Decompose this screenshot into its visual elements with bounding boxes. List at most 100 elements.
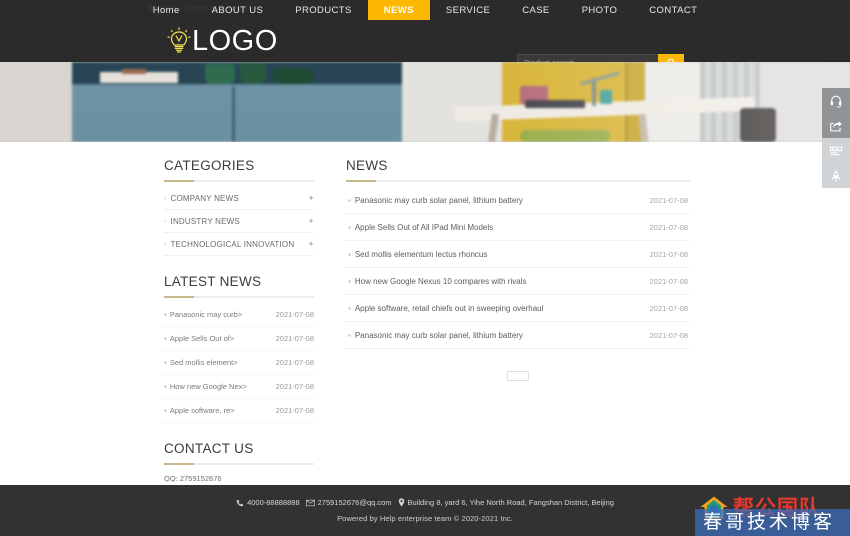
page-title: NEWS [346, 158, 388, 173]
latest-news-title: Apple software, re> [169, 406, 235, 415]
categories-section: CATEGORIES › COMPANY NEWS + › INDUSTRY N… [164, 158, 314, 256]
latest-news-date: 2021-07-08 [275, 406, 314, 415]
news-date: 2021-07-08 [649, 249, 688, 259]
nav-item-photo[interactable]: PHOTO [566, 0, 634, 20]
news-row[interactable]: ▪ Sed mollis elementum lectus rhoncus 20… [346, 241, 690, 268]
category-item-company-news[interactable]: › COMPANY NEWS + [164, 187, 314, 210]
floating-side-toolbar [822, 88, 850, 188]
contact-title: CONTACT US [164, 441, 254, 456]
footer-phone: 4000-88888888 [236, 498, 300, 507]
list-item[interactable]: ▪ Sed mollis element> 2021-07-08 [164, 351, 314, 375]
lightbulb-icon [167, 27, 191, 53]
bullet-icon: ▪ [164, 334, 167, 343]
news-row[interactable]: ▪ Panasonic may curb solar panel, lithiu… [346, 187, 690, 214]
main-column: NEWS ▪ Panasonic may curb solar panel, l… [346, 142, 690, 536]
news-list: ▪ Panasonic may curb solar panel, lithiu… [346, 187, 690, 349]
expand-plus-icon[interactable]: + [309, 216, 314, 226]
category-label: TECHNOLOGICAL INNOVATION [170, 239, 295, 249]
news-row[interactable]: ▪ Apple software, retail chiefs out in s… [346, 295, 690, 322]
expand-plus-icon[interactable]: + [309, 239, 314, 249]
watermark-text: 春哥技术博客 [703, 511, 836, 533]
news-date: 2021-07-08 [649, 303, 688, 313]
envelope-icon [305, 499, 315, 506]
latest-news-list: ▪ Panasonic may curb> 2021-07-08 ▪ Apple… [164, 303, 314, 423]
latest-news-date: 2021-07-08 [275, 358, 314, 367]
section-rule [346, 180, 690, 182]
pagination-page-button[interactable] [507, 371, 529, 381]
footer-address: Building 8, yard 6, Yihe North Road, Fan… [398, 498, 614, 507]
customer-service-icon [830, 95, 842, 107]
news-title: How new Google Nexus 10 compares with ri… [354, 276, 527, 286]
footer-email-text: 2759152676@qq.com [317, 498, 392, 507]
bullet-icon: ▪ [164, 406, 167, 415]
expand-plus-icon[interactable]: + [309, 193, 314, 203]
watermark-overlay: 帮公国队 春哥技术博客 [695, 495, 850, 536]
nav-item-news[interactable]: NEWS [367, 0, 430, 20]
logo[interactable]: LOGO [166, 26, 278, 56]
page-root: Welcome to Help enterprise Home ABOUT US… [0, 0, 850, 536]
bullet-icon: ▪ [164, 382, 167, 391]
category-item-technological-innovation[interactable]: › TECHNOLOGICAL INNOVATION + [164, 233, 314, 256]
news-title: Sed mollis elementum lectus rhoncus [354, 249, 488, 259]
news-title: Panasonic may curb solar panel, lithium … [354, 195, 523, 205]
chevron-right-icon: › [164, 194, 167, 202]
bullet-icon: ▪ [348, 303, 351, 313]
nav-item-contact[interactable]: CONTACT [633, 0, 713, 20]
latest-news-date: 2021-07-08 [275, 334, 314, 343]
hero-banner-image [0, 62, 850, 142]
qr-card-icon [829, 145, 843, 155]
news-row[interactable]: ▪ How new Google Nexus 10 compares with … [346, 268, 690, 295]
categories-list: › COMPANY NEWS + › INDUSTRY NEWS + › TEC… [164, 187, 314, 256]
category-item-industry-news[interactable]: › INDUSTRY NEWS + [164, 210, 314, 233]
nav-item-service[interactable]: SERVICE [430, 0, 506, 20]
bullet-icon: ▪ [348, 222, 351, 232]
latest-news-date: 2021-07-08 [275, 382, 314, 391]
news-date: 2021-07-08 [649, 276, 688, 286]
categories-title: CATEGORIES [164, 158, 255, 173]
footer-email: 2759152676@qq.com [305, 498, 392, 507]
banner-photo [0, 62, 850, 142]
latest-news-section: LATEST NEWS ▪ Panasonic may curb> 2021-0… [164, 274, 314, 423]
side-tool-share[interactable] [822, 113, 850, 138]
bullet-icon: ▪ [164, 358, 167, 367]
chevron-right-icon: › [164, 217, 167, 225]
page-content: CATEGORIES › COMPANY NEWS + › INDUSTRY N… [0, 142, 850, 536]
latest-news-title: How new Google Nex> [169, 382, 247, 391]
latest-news-title: LATEST NEWS [164, 274, 262, 289]
pagination [346, 371, 690, 381]
nav-item-case[interactable]: CASE [506, 0, 565, 20]
logo-text: LOGO [192, 24, 278, 57]
site-header: LOGO [0, 20, 850, 71]
main-nav: Home ABOUT US PRODUCTS NEWS SERVICE CASE… [137, 0, 714, 20]
news-title: Apple software, retail chiefs out in swe… [354, 303, 544, 313]
section-rule [164, 180, 314, 182]
list-item[interactable]: ▪ Apple Sells Out of> 2021-07-08 [164, 327, 314, 351]
latest-news-title: Panasonic may curb> [169, 310, 243, 319]
news-row[interactable]: ▪ Panasonic may curb solar panel, lithiu… [346, 322, 690, 349]
bullet-icon: ▪ [348, 276, 351, 286]
nav-item-about-us[interactable]: ABOUT US [196, 0, 280, 20]
sidebar: CATEGORIES › COMPANY NEWS + › INDUSTRY N… [164, 142, 314, 536]
nav-item-products[interactable]: PRODUCTS [279, 0, 368, 20]
top-navigation-bar: Welcome to Help enterprise Home ABOUT US… [0, 0, 850, 20]
side-tool-back-to-top[interactable] [822, 163, 850, 188]
section-rule [164, 296, 314, 298]
side-tool-qr-card[interactable] [822, 138, 850, 163]
footer-address-text: Building 8, yard 6, Yihe North Road, Fan… [407, 498, 614, 507]
list-item[interactable]: ▪ Panasonic may curb> 2021-07-08 [164, 303, 314, 327]
news-date: 2021-07-08 [649, 195, 688, 205]
list-item[interactable]: ▪ How new Google Nex> 2021-07-08 [164, 375, 314, 399]
news-title: Apple Sells Out of All IPad Mini Models [354, 222, 494, 232]
news-row[interactable]: ▪ Apple Sells Out of All IPad Mini Model… [346, 214, 690, 241]
side-tool-customer-service[interactable] [822, 88, 850, 113]
latest-news-date: 2021-07-08 [275, 310, 314, 319]
bullet-icon: ▪ [164, 310, 167, 319]
bullet-icon: ▪ [348, 195, 351, 205]
nav-item-home[interactable]: Home [137, 0, 196, 20]
category-label: COMPANY NEWS [170, 193, 239, 203]
footer-contact-row: 4000-88888888 2759152676@qq.com Building… [236, 498, 614, 507]
share-icon [830, 120, 842, 131]
list-item[interactable]: ▪ Apple software, re> 2021-07-08 [164, 399, 314, 423]
footer-copyright: Powered by Help enterprise team © 2020-2… [337, 514, 513, 523]
latest-news-title: Apple Sells Out of> [169, 334, 235, 343]
